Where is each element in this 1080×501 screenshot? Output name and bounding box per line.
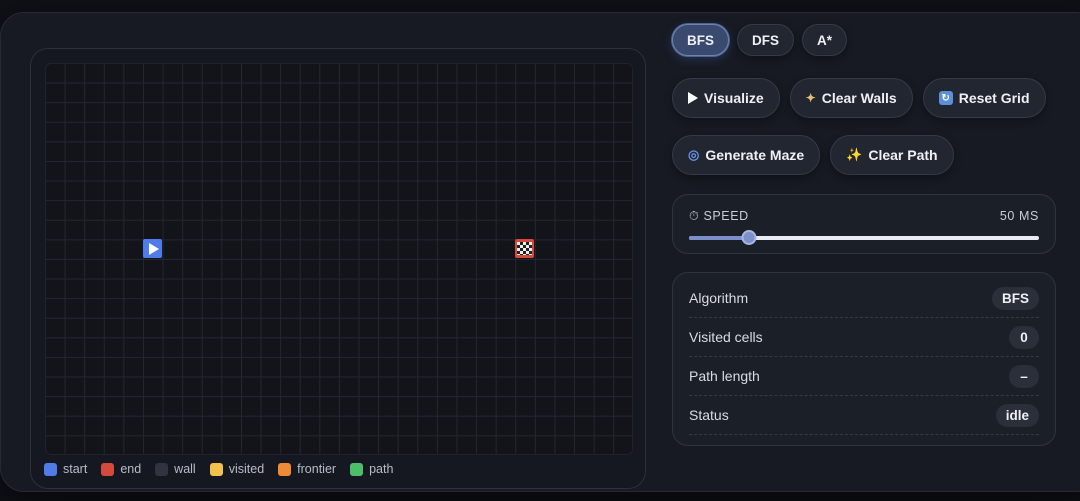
- legend: start end wall visited frontier path: [44, 462, 393, 476]
- stat-row-visited: Visited cells 0: [689, 318, 1039, 357]
- tab-astar[interactable]: A*: [802, 24, 848, 56]
- stat-row-path-length: Path length –: [689, 357, 1039, 396]
- legend-item-start: start: [44, 462, 87, 476]
- stat-row-algorithm: Algorithm BFS: [689, 279, 1039, 318]
- control-panel: BFS DFS A* Visualize ✦ Clear Walls ↻ Res…: [672, 24, 1056, 446]
- speed-value: 50 MS: [999, 209, 1039, 223]
- legend-item-end: end: [101, 462, 141, 476]
- play-icon: [688, 92, 698, 104]
- legend-item-frontier: frontier: [278, 462, 336, 476]
- legend-swatch: [209, 462, 223, 476]
- spiral-icon: ◎: [688, 147, 700, 162]
- pathfinding-grid[interactable]: [45, 63, 633, 455]
- clear-path-button[interactable]: ✨ Clear Path: [830, 135, 954, 175]
- tab-bfs[interactable]: BFS: [672, 24, 729, 56]
- generate-maze-button[interactable]: ◎ Generate Maze: [672, 135, 821, 175]
- algorithm-tabs: BFS DFS A*: [672, 24, 1056, 56]
- tab-dfs[interactable]: DFS: [737, 24, 794, 56]
- legend-item-path: path: [350, 462, 393, 476]
- reset-icon: ↻: [938, 91, 953, 105]
- legend-swatch: [155, 462, 169, 476]
- clear-walls-button[interactable]: ✦ Clear Walls: [789, 78, 913, 118]
- speed-card: ⏱ SPEED 50 MS: [672, 194, 1056, 254]
- sparkles-icon: ✨: [846, 147, 863, 162]
- grid-board: start end wall visited frontier path: [30, 48, 646, 489]
- start-node[interactable]: [143, 239, 162, 258]
- speed-slider-fill: [689, 236, 749, 240]
- stats-card: Algorithm BFS Visited cells 0 Path lengt…: [672, 272, 1056, 446]
- speed-label: ⏱ SPEED: [689, 209, 749, 223]
- legend-swatch: [44, 462, 57, 476]
- checkered-flag-icon: [517, 242, 532, 255]
- broom-icon: ✦: [805, 91, 816, 105]
- legend-item-wall: wall: [155, 462, 196, 476]
- stopwatch-icon: ⏱: [689, 209, 700, 223]
- action-row-1: Visualize ✦ Clear Walls ↻ Reset Grid: [672, 78, 1056, 118]
- end-node[interactable]: [515, 239, 534, 258]
- visited-count-badge: 0: [1009, 325, 1039, 349]
- visualize-button[interactable]: Visualize: [672, 78, 780, 118]
- legend-swatch: [350, 462, 364, 476]
- stat-row-status: Status idle: [689, 396, 1039, 435]
- play-icon: [148, 242, 159, 255]
- speed-slider-thumb[interactable]: [741, 230, 756, 245]
- legend-item-visited: visited: [209, 462, 264, 476]
- status-badge: idle: [995, 403, 1039, 427]
- algorithm-badge: BFS: [992, 286, 1039, 310]
- speed-slider[interactable]: [689, 230, 1039, 245]
- path-length-badge: –: [1009, 364, 1039, 388]
- legend-swatch: [278, 462, 292, 476]
- reset-grid-button[interactable]: ↻ Reset Grid: [922, 78, 1046, 118]
- legend-swatch: [101, 462, 115, 476]
- action-row-2: ◎ Generate Maze ✨ Clear Path: [672, 135, 1056, 175]
